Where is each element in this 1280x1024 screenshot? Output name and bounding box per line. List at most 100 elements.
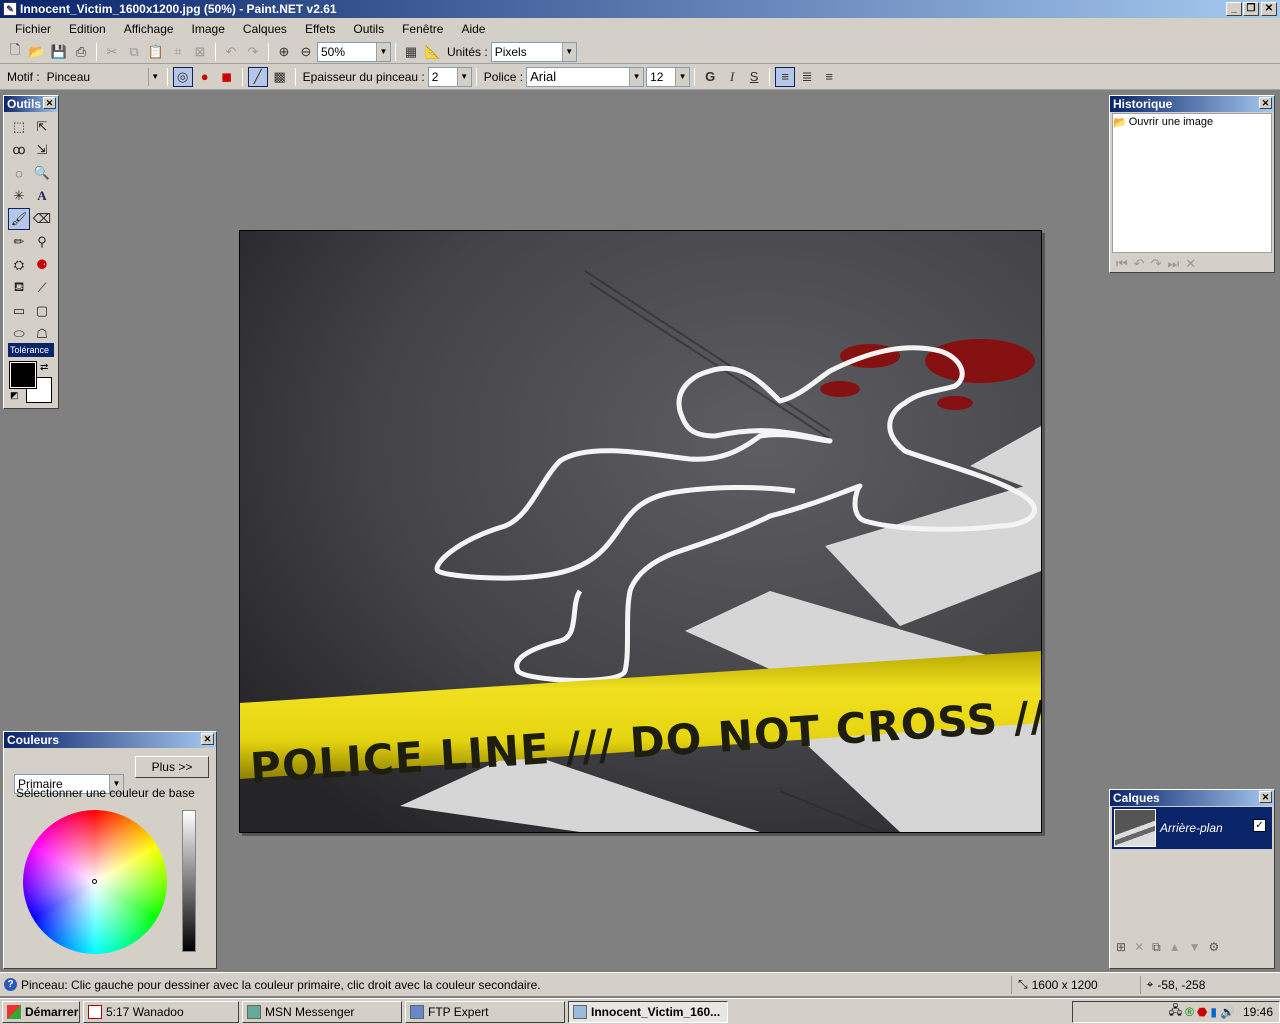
menu-fichier[interactable]: Fichier — [6, 22, 60, 36]
history-last-icon[interactable]: ⏭ — [1168, 256, 1180, 272]
layer-row[interactable]: Arrière-plan ✓ — [1112, 807, 1272, 849]
history-redo-icon[interactable]: ↷ — [1151, 256, 1162, 272]
line-style-icon[interactable]: ╱ — [247, 66, 268, 87]
align-center-icon[interactable]: ≣ — [797, 67, 817, 87]
crop-icon[interactable]: ⌗ — [168, 42, 188, 62]
line-curve-icon[interactable]: ⟋ — [31, 277, 53, 299]
window-titlebar[interactable]: ✎ Innocent_Victim_1600x1200.jpg (50%) - … — [0, 0, 1280, 18]
delete-layer-icon[interactable]: ✕ — [1134, 940, 1144, 955]
close-icon[interactable]: ✕ — [1259, 791, 1272, 803]
tray-signal-icon[interactable]: ▮ — [1210, 1005, 1217, 1019]
menu-affichage[interactable]: Affichage — [115, 22, 183, 36]
move-layer-up-icon[interactable]: ▲ — [1169, 940, 1181, 955]
undo-icon[interactable]: ↶ — [221, 42, 241, 62]
rectangle-icon[interactable]: ▭ — [8, 300, 30, 322]
eraser-icon[interactable]: ⌫ — [31, 208, 53, 230]
rulers-icon[interactable]: 📐 — [423, 42, 443, 62]
italic-button[interactable]: I — [722, 67, 742, 87]
clone-stamp-icon[interactable]: ⛭ — [8, 254, 30, 276]
zoom-icon[interactable]: 🔍 — [31, 162, 53, 184]
recolor-icon[interactable]: ⚈ — [31, 254, 53, 276]
close-icon[interactable]: ✕ — [43, 97, 56, 109]
font-size-combo[interactable]: 12 ▼ — [646, 66, 691, 87]
reset-colors-icon[interactable]: ◩ — [10, 390, 19, 401]
motif-combo[interactable]: Pinceau ▼ — [42, 66, 163, 87]
menu-edition[interactable]: Edition — [60, 22, 115, 36]
lasso-select-icon[interactable]: ꝏ — [8, 139, 30, 161]
tray-app-icon[interactable]: ® — [1185, 1005, 1194, 1019]
tray-antivirus-icon[interactable]: ⬣ — [1197, 1005, 1207, 1019]
ellipse-icon[interactable]: ⬭ — [8, 323, 30, 345]
pencil-icon[interactable]: ✏ — [8, 231, 30, 253]
chevron-down-icon[interactable]: ▼ — [629, 67, 644, 86]
color-wheel[interactable] — [23, 810, 167, 954]
grid-icon[interactable]: ▦ — [401, 42, 421, 62]
cut-icon[interactable]: ✂ — [102, 42, 122, 62]
color-picker-icon[interactable]: ⚲ — [31, 231, 53, 253]
align-right-icon[interactable]: ≡ — [819, 67, 839, 87]
tray-volume-icon[interactable]: 🔊 — [1220, 1005, 1235, 1019]
task-ftp-expert[interactable]: FTP Expert — [405, 1000, 565, 1023]
freeform-shape-icon[interactable]: ☖ — [31, 323, 53, 345]
brightness-slider[interactable] — [182, 810, 196, 952]
deselect-icon[interactable]: ⊠ — [190, 42, 210, 62]
rounded-rectangle-icon[interactable]: ▢ — [31, 300, 53, 322]
redo-icon[interactable]: ↷ — [243, 42, 263, 62]
minimize-button[interactable]: _ — [1226, 2, 1242, 16]
restore-button[interactable]: ❐ — [1243, 2, 1259, 16]
text-icon[interactable]: A — [31, 185, 53, 207]
paste-icon[interactable]: 📋 — [146, 42, 166, 62]
duplicate-layer-icon[interactable]: ⧉ — [1152, 940, 1161, 955]
menu-effets[interactable]: Effets — [296, 22, 344, 36]
tolerance-slider[interactable]: Tolérance — [8, 343, 54, 357]
history-clear-icon[interactable]: ✕ — [1185, 256, 1196, 272]
font-combo[interactable]: Arial ▼ — [526, 66, 645, 87]
chevron-down-icon[interactable]: ▼ — [147, 67, 162, 86]
menu-image[interactable]: Image — [183, 22, 234, 36]
zoom-out-icon[interactable]: ⊖ — [296, 42, 316, 62]
zoom-combo[interactable]: 50% ▼ — [317, 41, 391, 62]
image-canvas[interactable]: POLICE LINE /// DO NOT CROSS /// P — [239, 230, 1042, 833]
tray-network-icon[interactable]: 🖧 — [1169, 1001, 1182, 1022]
chevron-down-icon[interactable]: ▼ — [561, 42, 576, 61]
open-file-icon[interactable]: 📂 — [27, 42, 47, 62]
layer-visible-checkbox[interactable]: ✓ — [1253, 819, 1266, 832]
brush-width-combo[interactable]: 2 ▼ — [427, 66, 472, 87]
blend-overwrite-icon[interactable]: ◼ — [217, 67, 237, 87]
print-icon[interactable]: ⎙ — [71, 42, 91, 62]
bold-button[interactable]: G — [700, 67, 720, 87]
save-icon[interactable]: 💾 — [49, 42, 69, 62]
fill-style-icon[interactable]: ▩ — [270, 67, 290, 87]
underline-button[interactable]: S — [744, 67, 764, 87]
ellipse-select-icon[interactable]: ◌ — [8, 162, 30, 184]
blend-normal-icon[interactable]: ● — [195, 67, 215, 87]
move-selected-icon[interactable]: ⇲ — [31, 139, 53, 161]
more-colors-button[interactable]: Plus >> — [135, 756, 209, 778]
task-msn[interactable]: MSN Messenger — [242, 1000, 402, 1023]
chevron-down-icon[interactable]: ▼ — [456, 67, 471, 86]
close-icon[interactable]: ✕ — [201, 733, 214, 745]
move-selection-icon[interactable]: ⇱ — [31, 116, 53, 138]
rectangle-select-icon[interactable]: ⬚ — [8, 116, 30, 138]
close-button[interactable]: ✕ — [1261, 2, 1277, 16]
task-paintnet[interactable]: Innocent_Victim_160... — [568, 1000, 728, 1023]
move-layer-down-icon[interactable]: ▼ — [1189, 940, 1201, 955]
new-file-icon[interactable]: 🗋 — [5, 42, 25, 62]
swap-colors-icon[interactable]: ⇄ — [40, 362, 48, 373]
primary-color-swatch[interactable] — [9, 361, 37, 389]
history-item[interactable]: 📂 Ouvrir une image — [1113, 114, 1271, 130]
chevron-down-icon[interactable]: ▼ — [675, 67, 690, 86]
close-icon[interactable]: ✕ — [1259, 97, 1272, 109]
chevron-down-icon[interactable]: ▼ — [376, 42, 390, 61]
copy-icon[interactable]: ⧉ — [124, 42, 144, 62]
menu-calques[interactable]: Calques — [234, 22, 296, 36]
zoom-in-icon[interactable]: ⊕ — [274, 42, 294, 62]
menu-aide[interactable]: Aide — [452, 22, 494, 36]
paintbrush-icon[interactable]: 🖌 — [8, 208, 30, 230]
menu-outils[interactable]: Outils — [344, 22, 393, 36]
task-wanadoo[interactable]: 5:17 Wanadoo — [83, 1000, 239, 1023]
add-layer-icon[interactable]: ⊞ — [1116, 940, 1126, 955]
layer-properties-icon[interactable]: ⚙ — [1208, 940, 1219, 955]
start-button[interactable]: Démarrer — [2, 1000, 80, 1023]
menu-fenetre[interactable]: Fenêtre — [393, 22, 452, 36]
